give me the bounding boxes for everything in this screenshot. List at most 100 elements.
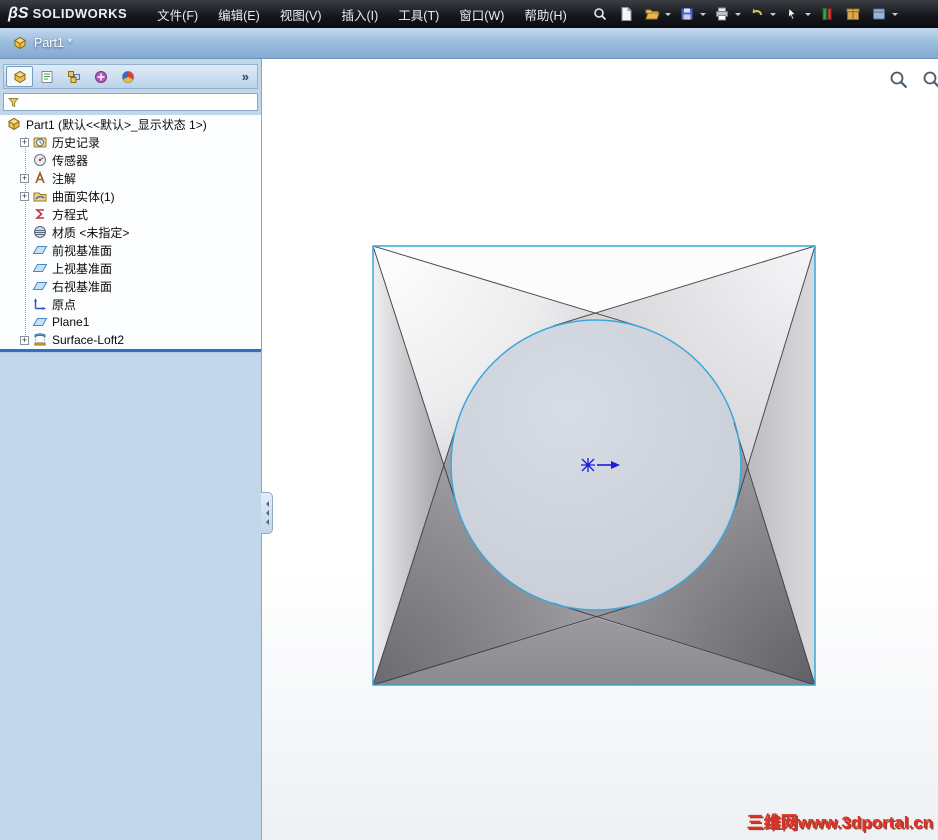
filter-input[interactable] — [23, 95, 254, 109]
select-dropdown-caret[interactable] — [804, 13, 811, 19]
tree-item-material[interactable]: 材质 <未指定> — [0, 223, 261, 241]
tree-item-label: Plane1 — [52, 315, 90, 329]
tree-item-label: 历史记录 — [52, 135, 101, 150]
color-wheel-icon — [121, 70, 134, 83]
part-icon — [13, 70, 26, 83]
solidworks-logo-mark: βS — [8, 5, 29, 22]
tree-item-surface-loft2[interactable]: + Surface-Loft2 — [0, 331, 261, 349]
open-folder-icon[interactable] — [640, 2, 664, 26]
chevron-left-icon — [263, 519, 269, 525]
dimxpert-icon — [94, 70, 107, 83]
open-dropdown-caret[interactable] — [664, 13, 671, 19]
loft-top-face[interactable] — [451, 320, 741, 610]
tree-item-history[interactable]: + 历史记录 — [0, 133, 261, 151]
tab-configurationmanager[interactable] — [60, 66, 87, 87]
new-document-icon[interactable] — [614, 2, 638, 26]
model-canvas[interactable] — [368, 241, 820, 693]
chevron-left-icon — [263, 510, 269, 516]
plane-icon — [32, 242, 48, 258]
tree-item-label: Part1 (默认<<默认>_显示状态 1>) — [26, 117, 207, 132]
tab-propertymanager[interactable] — [33, 66, 60, 87]
toolbox-icon[interactable] — [815, 2, 839, 26]
watermark: 三维网www.3dportal.cn — [746, 813, 933, 832]
plane-icon — [32, 260, 48, 276]
save-dropdown-caret[interactable] — [699, 13, 706, 19]
magnifier-icon[interactable] — [888, 69, 910, 91]
undo-dropdown-caret[interactable] — [769, 13, 776, 19]
tree-item-equations[interactable]: 方程式 — [0, 205, 261, 223]
tree-item-front-plane[interactable]: 前视基准面 — [0, 241, 261, 259]
tree-item-label: Surface-Loft2 — [52, 333, 125, 347]
surface-bodies-folder-icon — [32, 188, 48, 204]
menu-insert[interactable]: 插入(I) — [331, 0, 388, 29]
feature-tree: Part1 (默认<<默认>_显示状态 1>) + 历史记录 传感器 + 注解 … — [0, 115, 261, 349]
blocks-icon — [67, 70, 80, 83]
origin-icon — [32, 296, 48, 312]
menu-edit[interactable]: 编辑(E) — [208, 0, 270, 29]
tab-featuremanager[interactable] — [6, 66, 33, 87]
select-cursor-icon[interactable] — [780, 2, 804, 26]
part-icon — [6, 116, 22, 132]
print-icon[interactable] — [710, 2, 734, 26]
document-title: Part1 * — [34, 36, 73, 50]
panel-collapse-handle[interactable] — [261, 492, 273, 534]
save-icon[interactable] — [675, 2, 699, 26]
options-icon[interactable] — [867, 2, 891, 26]
expand-toggle[interactable]: + — [20, 173, 29, 183]
graphics-area[interactable]: 三维网www.3dportal.cn — [262, 59, 938, 840]
tree-item-label: 方程式 — [52, 207, 89, 222]
expand-toggle[interactable]: + — [20, 335, 29, 345]
menu-tools[interactable]: 工具(T) — [388, 0, 449, 29]
part-icon — [14, 36, 26, 50]
tree-item-label: 材质 <未指定> — [52, 225, 130, 240]
document-titlebar: Part1 * — [0, 28, 938, 59]
panel-expand-button[interactable]: » — [236, 69, 255, 84]
tree-item-surface-bodies[interactable]: + 曲面实体(1) — [0, 187, 261, 205]
tree-item-label: 右视基准面 — [52, 279, 113, 294]
surface-loft-icon — [32, 332, 48, 348]
tree-item-label: 原点 — [52, 297, 77, 312]
tree-filter — [3, 93, 258, 111]
menu-help[interactable]: 帮助(H) — [514, 0, 576, 29]
menubar: βS SOLIDWORKS 文件(F) 编辑(E) 视图(V) 插入(I) 工具… — [0, 0, 938, 28]
menu-view[interactable]: 视图(V) — [270, 0, 332, 29]
tree-item-origin[interactable]: 原点 — [0, 295, 261, 313]
main-area: 三维网www.3dportal.cn » Part1 (默认<<默认>_显示状态… — [0, 59, 938, 840]
sensor-icon — [32, 152, 48, 168]
panel-tab-strip: » — [3, 64, 258, 89]
tree-item-label: 曲面实体(1) — [52, 189, 115, 204]
form-icon — [41, 70, 52, 83]
solidworks-logo-text: SOLIDWORKS — [32, 6, 128, 21]
sigma-icon — [32, 206, 48, 222]
tree-item-label: 前视基准面 — [52, 243, 113, 258]
history-icon — [32, 134, 48, 150]
search-icon[interactable] — [588, 2, 612, 26]
annotation-icon — [32, 170, 48, 186]
box-icon[interactable] — [841, 2, 865, 26]
expand-toggle[interactable]: + — [20, 191, 29, 201]
tree-item-plane1[interactable]: Plane1 — [0, 313, 261, 331]
menu-window[interactable]: 窗口(W) — [449, 0, 514, 29]
rollback-bar[interactable] — [0, 349, 261, 352]
tree-item-label: 注解 — [52, 171, 77, 186]
print-dropdown-caret[interactable] — [734, 13, 741, 19]
undo-icon[interactable] — [745, 2, 769, 26]
options-dropdown-caret[interactable] — [891, 13, 898, 19]
tab-dimxpertmanager[interactable] — [87, 66, 114, 87]
magnifier-icon[interactable] — [921, 69, 938, 91]
menu-strip: 文件(F) 编辑(E) 视图(V) 插入(I) 工具(T) 窗口(W) 帮助(H… — [147, 0, 577, 29]
filter-funnel-icon — [8, 97, 19, 107]
chevron-left-icon — [263, 501, 269, 507]
tab-displaymanager[interactable] — [114, 66, 141, 87]
tree-item-top-plane[interactable]: 上视基准面 — [0, 259, 261, 277]
tree-item-part-root[interactable]: Part1 (默认<<默认>_显示状态 1>) — [0, 115, 261, 133]
expand-toggle[interactable]: + — [20, 137, 29, 147]
loft-surface-model — [372, 245, 816, 686]
plane-icon — [32, 314, 48, 330]
solidworks-logo: βS SOLIDWORKS — [8, 5, 127, 23]
tree-item-right-plane[interactable]: 右视基准面 — [0, 277, 261, 295]
quick-toolbar — [587, 2, 901, 26]
tree-item-sensors[interactable]: 传感器 — [0, 151, 261, 169]
tree-item-annotations[interactable]: + 注解 — [0, 169, 261, 187]
menu-file[interactable]: 文件(F) — [147, 0, 208, 29]
